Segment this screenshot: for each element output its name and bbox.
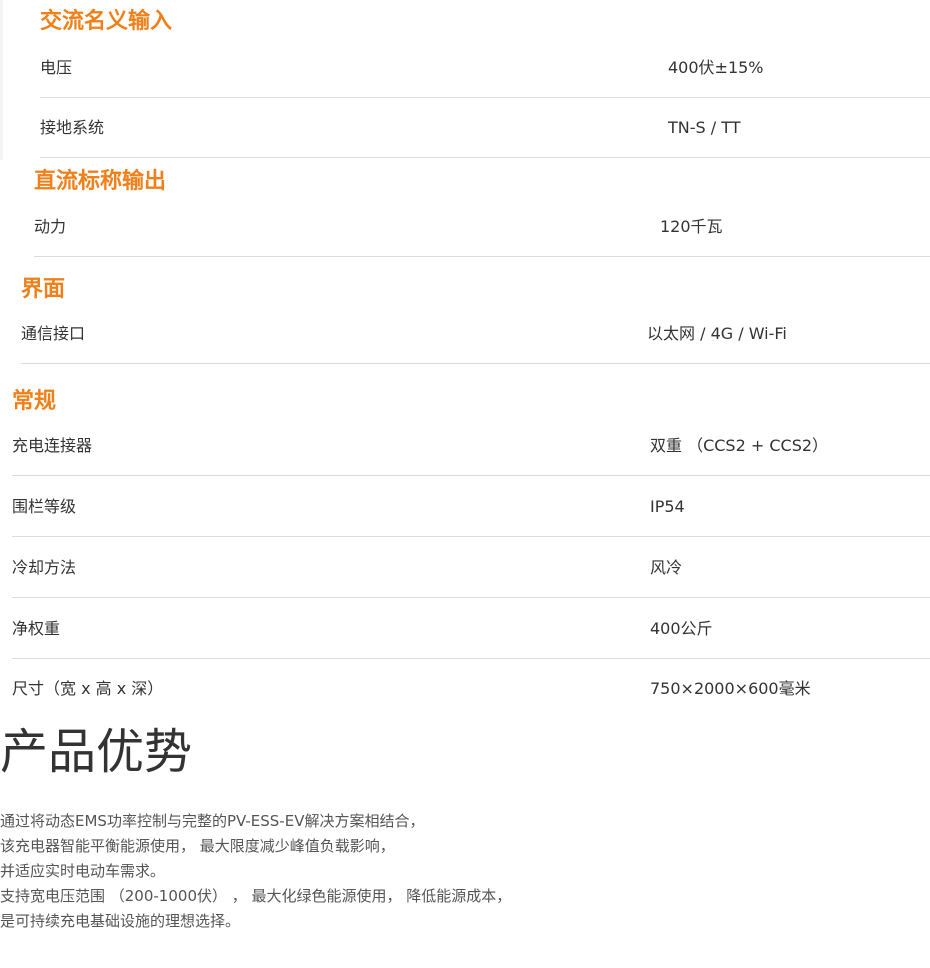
- spec-row-connector: 充电连接器 双重 （CCS2 + CCS2）: [12, 416, 930, 476]
- spec-label: 充电连接器: [12, 436, 93, 455]
- spec-row-cooling: 冷却方法 风冷: [12, 538, 930, 598]
- spec-label: 接地系统: [40, 118, 105, 137]
- advantages-line: 通过将动态EMS功率控制与完整的PV-ESS-EV解决方案相结合，: [0, 812, 425, 830]
- spec-page: 交流名义输入 电压 400伏±15% 接地系统 TN-S / TT 直流标称输出…: [0, 0, 930, 968]
- advantages-line: 支持宽电压范围 （200-1000伏） ， 最大化绿色能源使用， 降低能源成本，: [0, 887, 512, 905]
- spec-label: 尺寸（宽 x 高 x 深）: [12, 679, 164, 698]
- spec-value: 风冷: [650, 558, 683, 577]
- spec-label: 冷却方法: [12, 558, 77, 577]
- section-title-general: 常规: [12, 389, 57, 414]
- spec-row-voltage: 电压 400伏±15%: [40, 38, 930, 98]
- spec-row-enclosure: 围栏等级 IP54: [12, 477, 930, 537]
- advantages-line: 该充电器智能平衡能源使用， 最大限度减少峰值负载影响，: [0, 837, 395, 855]
- section-title-dc-output: 直流标称输出: [34, 169, 167, 194]
- spec-value: 400伏±15%: [668, 58, 764, 77]
- spec-row-power: 动力 120千瓦: [34, 197, 930, 257]
- spec-label: 动力: [34, 217, 67, 236]
- advantages-heading: 产品优势: [0, 724, 193, 780]
- spec-value: 以太网 / 4G / Wi-Fi: [647, 324, 787, 343]
- spec-value: IP54: [650, 497, 685, 516]
- section-title-ac-input: 交流名义输入: [40, 9, 173, 34]
- spec-label: 电压: [40, 58, 73, 77]
- spec-label: 围栏等级: [12, 497, 77, 516]
- spec-value: 双重 （CCS2 + CCS2）: [650, 436, 829, 455]
- spec-row-grounding: 接地系统 TN-S / TT: [40, 98, 930, 158]
- left-edge-shade: [0, 0, 3, 160]
- spec-row-comm-interface: 通信接口 以太网 / 4G / Wi-Fi: [21, 304, 930, 364]
- spec-label: 通信接口: [21, 324, 86, 343]
- spec-value: TN-S / TT: [668, 118, 741, 137]
- spec-value: 400公斤: [650, 619, 713, 638]
- spec-value: 120千瓦: [660, 217, 723, 236]
- advantages-line: 并适应实时电动车需求。: [0, 862, 166, 880]
- spec-value: 750×2000×600毫米: [650, 679, 811, 698]
- spec-row-net-weight: 净权重 400公斤: [12, 599, 930, 659]
- spec-row-dimensions: 尺寸（宽 x 高 x 深） 750×2000×600毫米: [12, 659, 930, 719]
- spec-label: 净权重: [12, 619, 61, 638]
- section-title-interface: 界面: [21, 277, 66, 302]
- advantages-line: 是可持续充电基础设施的理想选择。: [0, 912, 241, 930]
- advantages-body: 通过将动态EMS功率控制与完整的PV-ESS-EV解决方案相结合， 该充电器智能…: [0, 809, 511, 934]
